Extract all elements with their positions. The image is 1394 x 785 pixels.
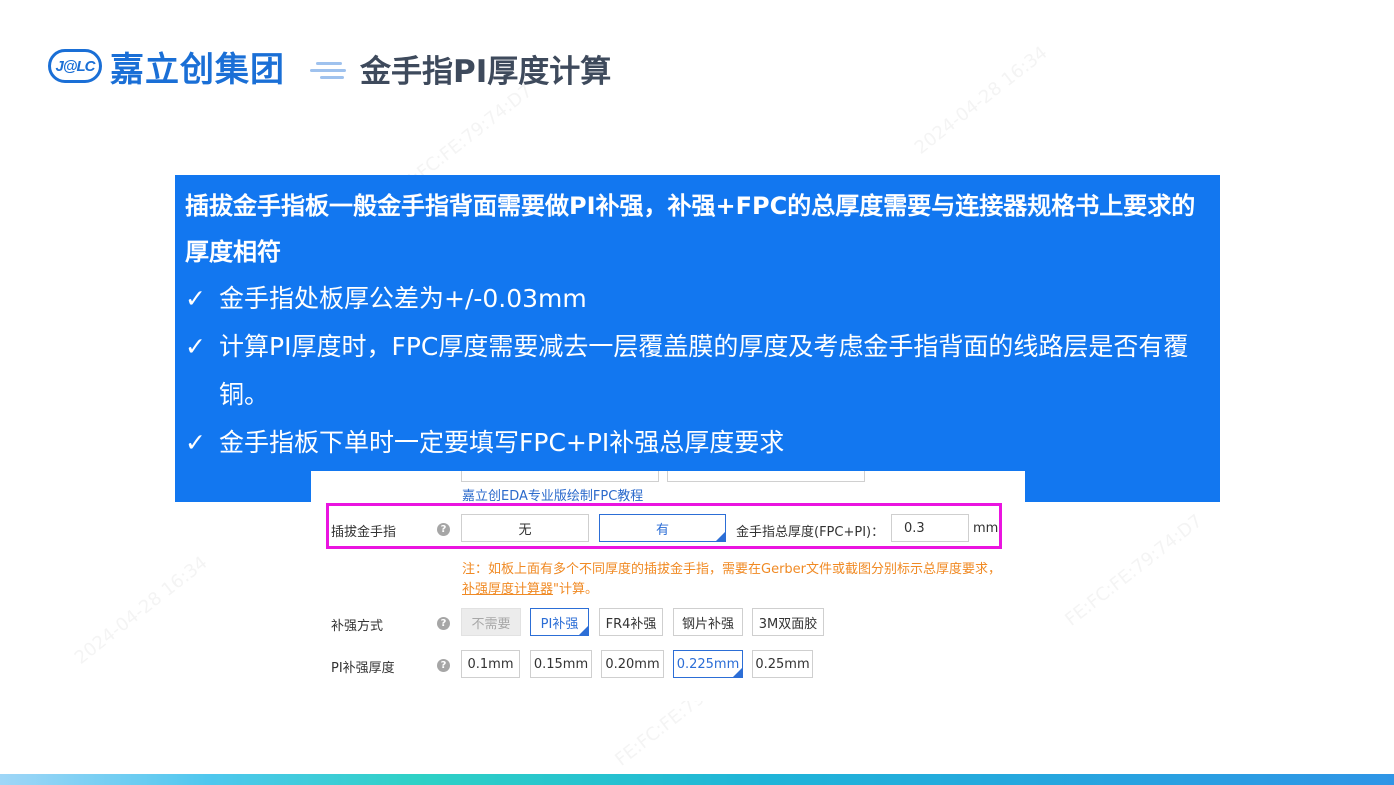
- reinforce-option-3m[interactable]: 3M双面胶: [752, 608, 824, 636]
- input-fragment: [461, 471, 659, 482]
- note-item: ✓ 金手指板下单时一定要填写FPC+PI补强总厚度要求: [185, 419, 1210, 467]
- check-icon: ✓: [185, 428, 206, 457]
- note-heading: 插拔金手指板一般金手指背面需要做PI补强，补强+FPC的总厚度需要与连接器规格书…: [185, 192, 1196, 266]
- check-icon: ✓: [185, 332, 206, 361]
- reinforce-option-fr4[interactable]: FR4补强: [599, 608, 663, 636]
- thickness-calculator-link[interactable]: 补强厚度计算器: [462, 582, 553, 597]
- help-icon[interactable]: ?: [437, 617, 450, 630]
- warning-line1: 注：如板上面有多个不同厚度的插拔金手指，需要在Gerber文件或截图分别标示总厚…: [462, 562, 1002, 577]
- pi-thickness-option[interactable]: 0.20mm: [601, 650, 664, 678]
- eda-tutorial-link[interactable]: 嘉立创EDA专业版绘制FPC教程: [462, 485, 643, 504]
- logo-badge: J@LC: [48, 49, 102, 83]
- note-item-text: 金手指处板厚公差为+/-0.03mm: [219, 284, 587, 313]
- reinforce-label: 补强方式: [331, 619, 384, 634]
- reinforce-option-pi[interactable]: PI补强: [530, 608, 589, 636]
- bottom-gradient-bar: [0, 774, 1394, 785]
- pi-thickness-option[interactable]: 0.15mm: [530, 650, 592, 678]
- note-item: ✓ 计算PI厚度时，FPC厚度需要减去一层覆盖膜的厚度及考虑金手指背面的线路层是…: [185, 323, 1210, 419]
- watermark: 2024-04-28 16:34: [910, 42, 1052, 159]
- reinforce-option-steel[interactable]: 钢片补强: [673, 608, 743, 636]
- check-icon: ✓: [185, 284, 206, 313]
- note-item-text: 金手指板下单时一定要填写FPC+PI补强总厚度要求: [219, 428, 785, 457]
- pi-thickness-option[interactable]: 0.1mm: [461, 650, 520, 678]
- page-title: 金手指PI厚度计算: [360, 54, 612, 90]
- watermark: 2024-04-28 16:34: [70, 552, 212, 669]
- help-icon[interactable]: ?: [437, 659, 450, 672]
- title-decoration-icon: [310, 60, 350, 80]
- input-fragment: [667, 471, 865, 482]
- note-item: ✓ 金手指处板厚公差为+/-0.03mm: [185, 275, 1210, 323]
- order-form-screenshot: 嘉立创EDA专业版绘制FPC教程 插拔金手指 ? 无 有 金手指总厚度(FPC+…: [311, 471, 1025, 701]
- pi-thickness-option-selected[interactable]: 0.225mm: [673, 650, 743, 678]
- highlight-frame: [326, 503, 1002, 549]
- note-item-text: 计算PI厚度时，FPC厚度需要减去一层覆盖膜的厚度及考虑金手指背面的线路层是否有…: [219, 332, 1189, 409]
- pi-thickness-option[interactable]: 0.25mm: [752, 650, 813, 678]
- note-box: 插拔金手指板一般金手指背面需要做PI补强，补强+FPC的总厚度需要与连接器规格书…: [175, 175, 1220, 502]
- watermark: FE:FC:FE:79:74:D7: [1061, 510, 1207, 631]
- logo-text: 嘉立创集团: [110, 49, 285, 90]
- warning-note: 注：如板上面有多个不同厚度的插拔金手指，需要在Gerber文件或截图分别标示总厚…: [462, 560, 1022, 600]
- reinforce-option-none[interactable]: 不需要: [461, 608, 521, 636]
- company-logo: J@LC 嘉立创集团: [48, 44, 285, 90]
- pi-thickness-label: PI补强厚度: [331, 661, 395, 676]
- warning-suffix: "计算。: [553, 582, 598, 597]
